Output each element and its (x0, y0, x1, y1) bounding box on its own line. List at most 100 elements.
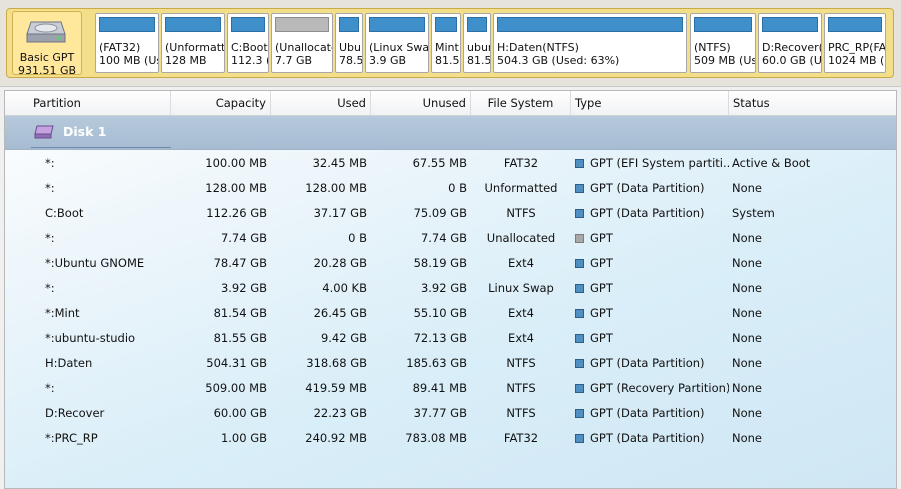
partition-color-swatch (575, 159, 584, 168)
partition-block[interactable]: Mint 81.5 (431, 13, 461, 73)
partition-block[interactable]: ubun81.5 (463, 13, 491, 73)
cell-used: 37.17 GB (313, 206, 367, 220)
partition-block[interactable]: D:Recover(60.0 GB (Us (758, 13, 822, 73)
cell-type-text: GPT (590, 331, 613, 345)
table-row[interactable]: *:PRC_RP 1.00 GB 240.92 MB 783.08 MB FAT32 GP… (5, 426, 896, 451)
partition-color-swatch (575, 359, 584, 368)
partition-block-label: PRC_RP(FA (828, 41, 886, 54)
partition-block-size: 81.5 (435, 54, 460, 67)
cell-type: GPT (571, 226, 729, 251)
disk-group-underline (31, 147, 171, 148)
cell-file-system: NTFS (506, 381, 536, 395)
cell-type-text: GPT (EFI System partiti... (590, 156, 729, 170)
cell-status: None (732, 431, 763, 445)
table-row[interactable]: *:Mint 81.54 GB 26.45 GB 55.10 GB Ext4 GPT Non… (5, 301, 896, 326)
cell-partition: *: (45, 381, 55, 395)
table-row[interactable]: D:Recover 60.00 GB 22.23 GB 37.77 GB NTFS GPT… (5, 401, 896, 426)
cell-used: 9.42 GB (320, 331, 367, 345)
cell-capacity: 509.00 MB (205, 381, 267, 395)
partition-block[interactable]: (Linux Swap3.9 GB (365, 13, 429, 73)
cell-status: System (732, 206, 775, 220)
partition-block[interactable]: (FAT32)100 MB (Used (95, 13, 159, 73)
table-row[interactable]: C:Boot 112.26 GB 37.17 GB 75.09 GB NTFS GPT (… (5, 201, 896, 226)
cell-partition: *: (45, 181, 55, 195)
disk-icon (34, 125, 54, 139)
cell-unused: 0 B (448, 181, 467, 195)
partition-block-size: 81.5 (467, 54, 491, 67)
cell-status: None (732, 381, 763, 395)
table-row[interactable]: *: 7.74 GB 0 B 7.74 GB Unallocated GPT None (5, 226, 896, 251)
cell-file-system: Unallocated (486, 231, 556, 245)
disk-info-block[interactable]: Basic GPT 931.51 GB (12, 11, 82, 77)
cell-type-text: GPT (Data Partition) (590, 406, 705, 420)
partition-block-label: (Unallocate (275, 41, 333, 54)
partition-block[interactable]: H:Daten(NTFS) 504.3 GB (Used: 63%) (493, 13, 687, 73)
partition-block-label: (Unformatte (165, 41, 225, 54)
partition-usage-bar (369, 17, 425, 32)
partition-block-label: Mint (435, 41, 459, 54)
column-header-file-system[interactable]: File System (471, 91, 571, 115)
cell-status: None (732, 281, 763, 295)
partition-color-swatch (575, 259, 584, 268)
cell-unused: 55.10 GB (413, 306, 467, 320)
column-header-status[interactable]: Status (729, 91, 896, 115)
partition-block-size: 78.5 (339, 54, 363, 67)
table-row[interactable]: *: 100.00 MB 32.45 MB 67.55 MB FAT32 GPT (EFI… (5, 151, 896, 176)
column-header-partition[interactable]: Partition (29, 91, 171, 115)
cell-partition: D:Recover (45, 406, 105, 420)
partition-color-swatch (575, 209, 584, 218)
partition-block[interactable]: C:Boot 112.3 ( (227, 13, 269, 73)
column-header-type[interactable]: Type (571, 91, 729, 115)
cell-type: GPT (Data Partition) (571, 201, 729, 226)
partition-block-label: (FAT32) (99, 41, 141, 54)
cell-file-system: FAT32 (503, 431, 539, 445)
cell-unused: 75.09 GB (413, 206, 467, 220)
cell-used: 32.45 MB (312, 156, 367, 170)
column-header-used[interactable]: Used (271, 91, 371, 115)
partition-block[interactable]: (Unformatte128 MB (161, 13, 225, 73)
partition-usage-bar (828, 17, 882, 32)
table-row[interactable]: *: 509.00 MB 419.59 MB 89.41 MB NTFS GPT (Rec… (5, 376, 896, 401)
disk-group-row[interactable]: Disk 1 (5, 116, 896, 150)
table-row[interactable]: *: 128.00 MB 128.00 MB 0 B Unformatted GPT (D… (5, 176, 896, 201)
cell-unused: 783.08 MB (405, 431, 467, 445)
column-header-unused[interactable]: Unused (371, 91, 471, 115)
partition-block[interactable]: (Unallocate 7.7 GB (271, 13, 333, 73)
cell-type-text: GPT (590, 256, 613, 270)
partition-color-swatch (575, 284, 584, 293)
cell-partition: *: (45, 281, 55, 295)
partition-color-swatch (575, 434, 584, 443)
cell-unused: 3.92 GB (420, 281, 467, 295)
cell-partition: *:PRC_RP (45, 431, 98, 445)
table-row[interactable]: *: 3.92 GB 4.00 KB 3.92 GB Linux Swap GPT None (5, 276, 896, 301)
cell-capacity: 60.00 GB (213, 406, 267, 420)
partition-block[interactable]: PRC_RP(FA 1024 MB (U (824, 13, 886, 73)
partition-color-swatch (575, 384, 584, 393)
cell-used: 20.28 GB (313, 256, 367, 270)
partition-block-label: D:Recover( (762, 41, 822, 54)
partition-block[interactable]: Ubu 78.5 (335, 13, 363, 73)
table-row[interactable]: *:ubuntu-studio 81.55 GB 9.42 GB 72.13 GB Ex… (5, 326, 896, 351)
cell-file-system: Ext4 (508, 256, 534, 270)
partition-block[interactable]: (NTFS)509 MB (Use (690, 13, 756, 73)
column-header-capacity[interactable]: Capacity (171, 91, 271, 115)
cell-type: GPT (571, 301, 729, 326)
disk-map: Basic GPT 931.51 GB (FAT32)100 MB (Used(… (0, 0, 901, 87)
cell-capacity: 3.92 GB (220, 281, 267, 295)
cell-type: GPT (571, 326, 729, 351)
cell-capacity: 81.55 GB (213, 331, 267, 345)
table-row[interactable]: H:Daten 504.31 GB 318.68 GB 185.63 GB NTFS GP… (5, 351, 896, 376)
cell-unused: 58.19 GB (413, 256, 467, 270)
partition-block-label: H:Daten(NTFS) (497, 41, 579, 54)
table-row[interactable]: *:Ubuntu GNOME 78.47 GB 20.28 GB 58.19 GB Ex… (5, 251, 896, 276)
partition-color-swatch (575, 334, 584, 343)
cell-partition: *:ubuntu-studio (45, 331, 136, 345)
cell-partition: C:Boot (45, 206, 84, 220)
cell-type: GPT (Data Partition) (571, 401, 729, 426)
cell-type-text: GPT (590, 306, 613, 320)
cell-type: GPT (Data Partition) (571, 351, 729, 376)
cell-status: None (732, 256, 763, 270)
cell-status: Active & Boot (732, 156, 811, 170)
cell-used: 318.68 GB (306, 356, 367, 370)
partition-block-size: 509 MB (Use (694, 54, 755, 67)
